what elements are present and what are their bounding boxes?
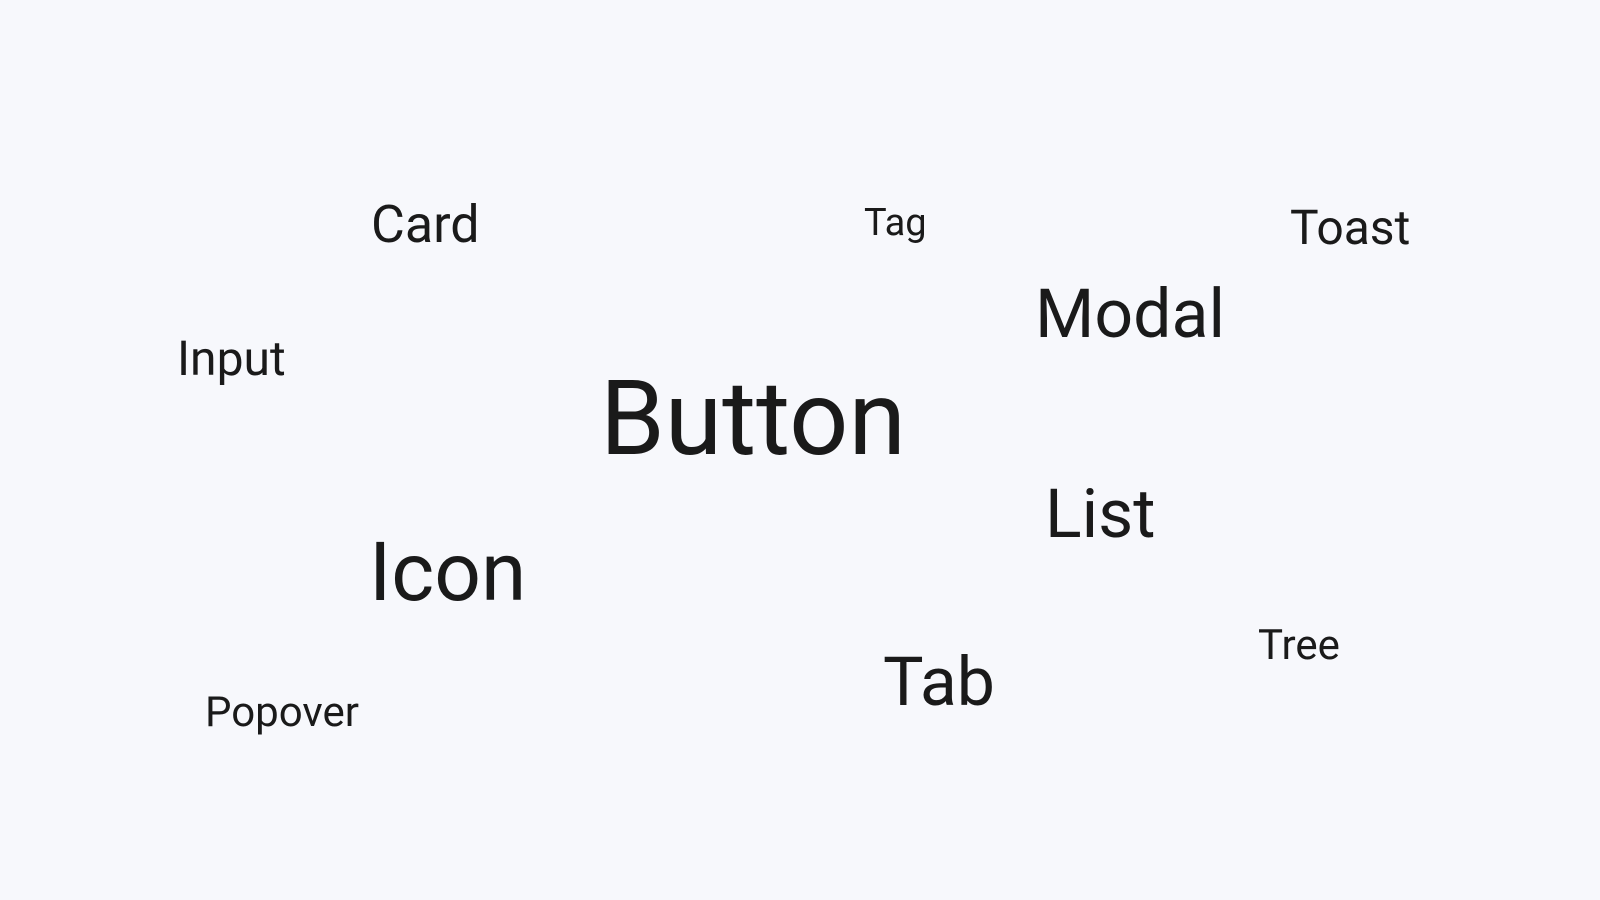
word-tab: Tab <box>883 648 995 716</box>
word-button: Button <box>600 368 906 472</box>
word-list: List <box>1045 480 1156 548</box>
word-input: Input <box>177 335 286 383</box>
word-popover: Popover <box>205 692 359 734</box>
word-card: Card <box>371 199 480 251</box>
word-modal: Modal <box>1035 280 1225 348</box>
word-tag: Tag <box>864 204 927 242</box>
word-tree: Tree <box>1258 625 1340 667</box>
word-icon: Icon <box>369 532 526 614</box>
word-toast: Toast <box>1290 204 1410 252</box>
